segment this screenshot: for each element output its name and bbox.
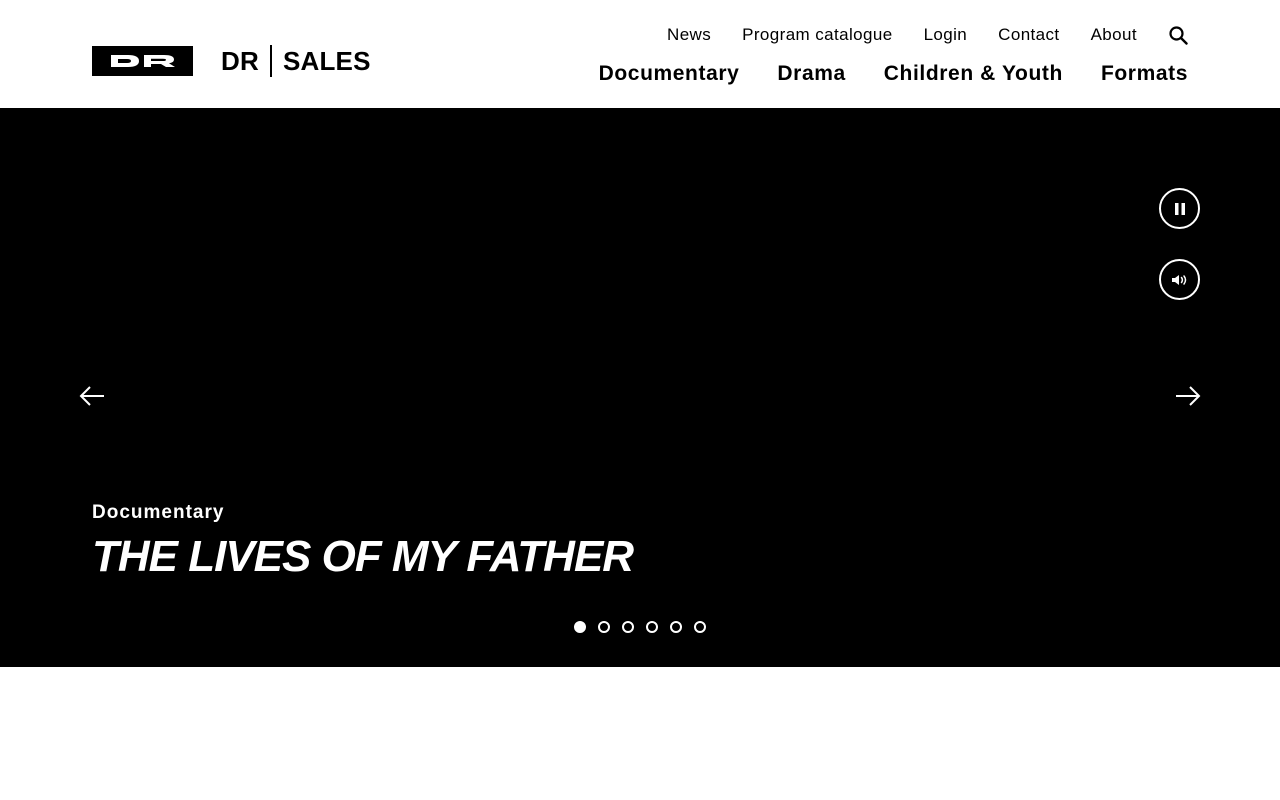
arrow-right-icon: [1176, 386, 1201, 406]
main-nav: Documentary Drama Children & Youth Forma…: [599, 61, 1188, 87]
hero-carousel: Documentary THE LIVES OF MY FATHER: [0, 108, 1280, 667]
carousel-dot-6[interactable]: [694, 621, 706, 633]
top-nav-about[interactable]: About: [1091, 25, 1137, 45]
carousel-prev-button[interactable]: [79, 384, 105, 408]
top-nav-program-catalogue[interactable]: Program catalogue: [742, 25, 892, 45]
top-nav-login[interactable]: Login: [924, 25, 968, 45]
hero-title[interactable]: THE LIVES OF MY FATHER: [92, 532, 634, 582]
pause-button[interactable]: [1159, 188, 1200, 229]
carousel-dot-4[interactable]: [646, 621, 658, 633]
main-nav-drama[interactable]: Drama: [777, 62, 845, 86]
search-icon: [1168, 25, 1188, 45]
volume-button[interactable]: [1159, 259, 1200, 300]
search-button[interactable]: [1168, 25, 1188, 45]
carousel-dot-1[interactable]: [574, 621, 586, 633]
main-nav-formats[interactable]: Formats: [1101, 62, 1188, 86]
volume-icon: [1171, 274, 1186, 285]
carousel-next-button[interactable]: [1175, 384, 1201, 408]
carousel-pagination: [574, 621, 718, 633]
top-nav-contact[interactable]: Contact: [998, 25, 1059, 45]
main-nav-children-youth[interactable]: Children & Youth: [884, 62, 1063, 86]
pause-icon: [1174, 202, 1185, 215]
brand-separator: [269, 45, 272, 77]
main-nav-documentary[interactable]: Documentary: [599, 62, 740, 86]
carousel-dot-2[interactable]: [598, 621, 610, 633]
top-nav-news[interactable]: News: [667, 25, 711, 45]
arrow-left-icon: [79, 386, 104, 406]
brand-right: SALES: [282, 45, 371, 76]
top-nav: News Program catalogue Login Contact Abo…: [667, 24, 1188, 46]
dr-logo-icon[interactable]: [92, 46, 193, 76]
brand-left: DR: [221, 45, 259, 76]
carousel-dot-3[interactable]: [622, 621, 634, 633]
carousel-dot-5[interactable]: [670, 621, 682, 633]
hero-category[interactable]: Documentary: [92, 502, 224, 524]
site-header: DR SALES News Program catalogue Login Co…: [0, 0, 1280, 108]
brand-name[interactable]: DR SALES: [221, 45, 371, 77]
